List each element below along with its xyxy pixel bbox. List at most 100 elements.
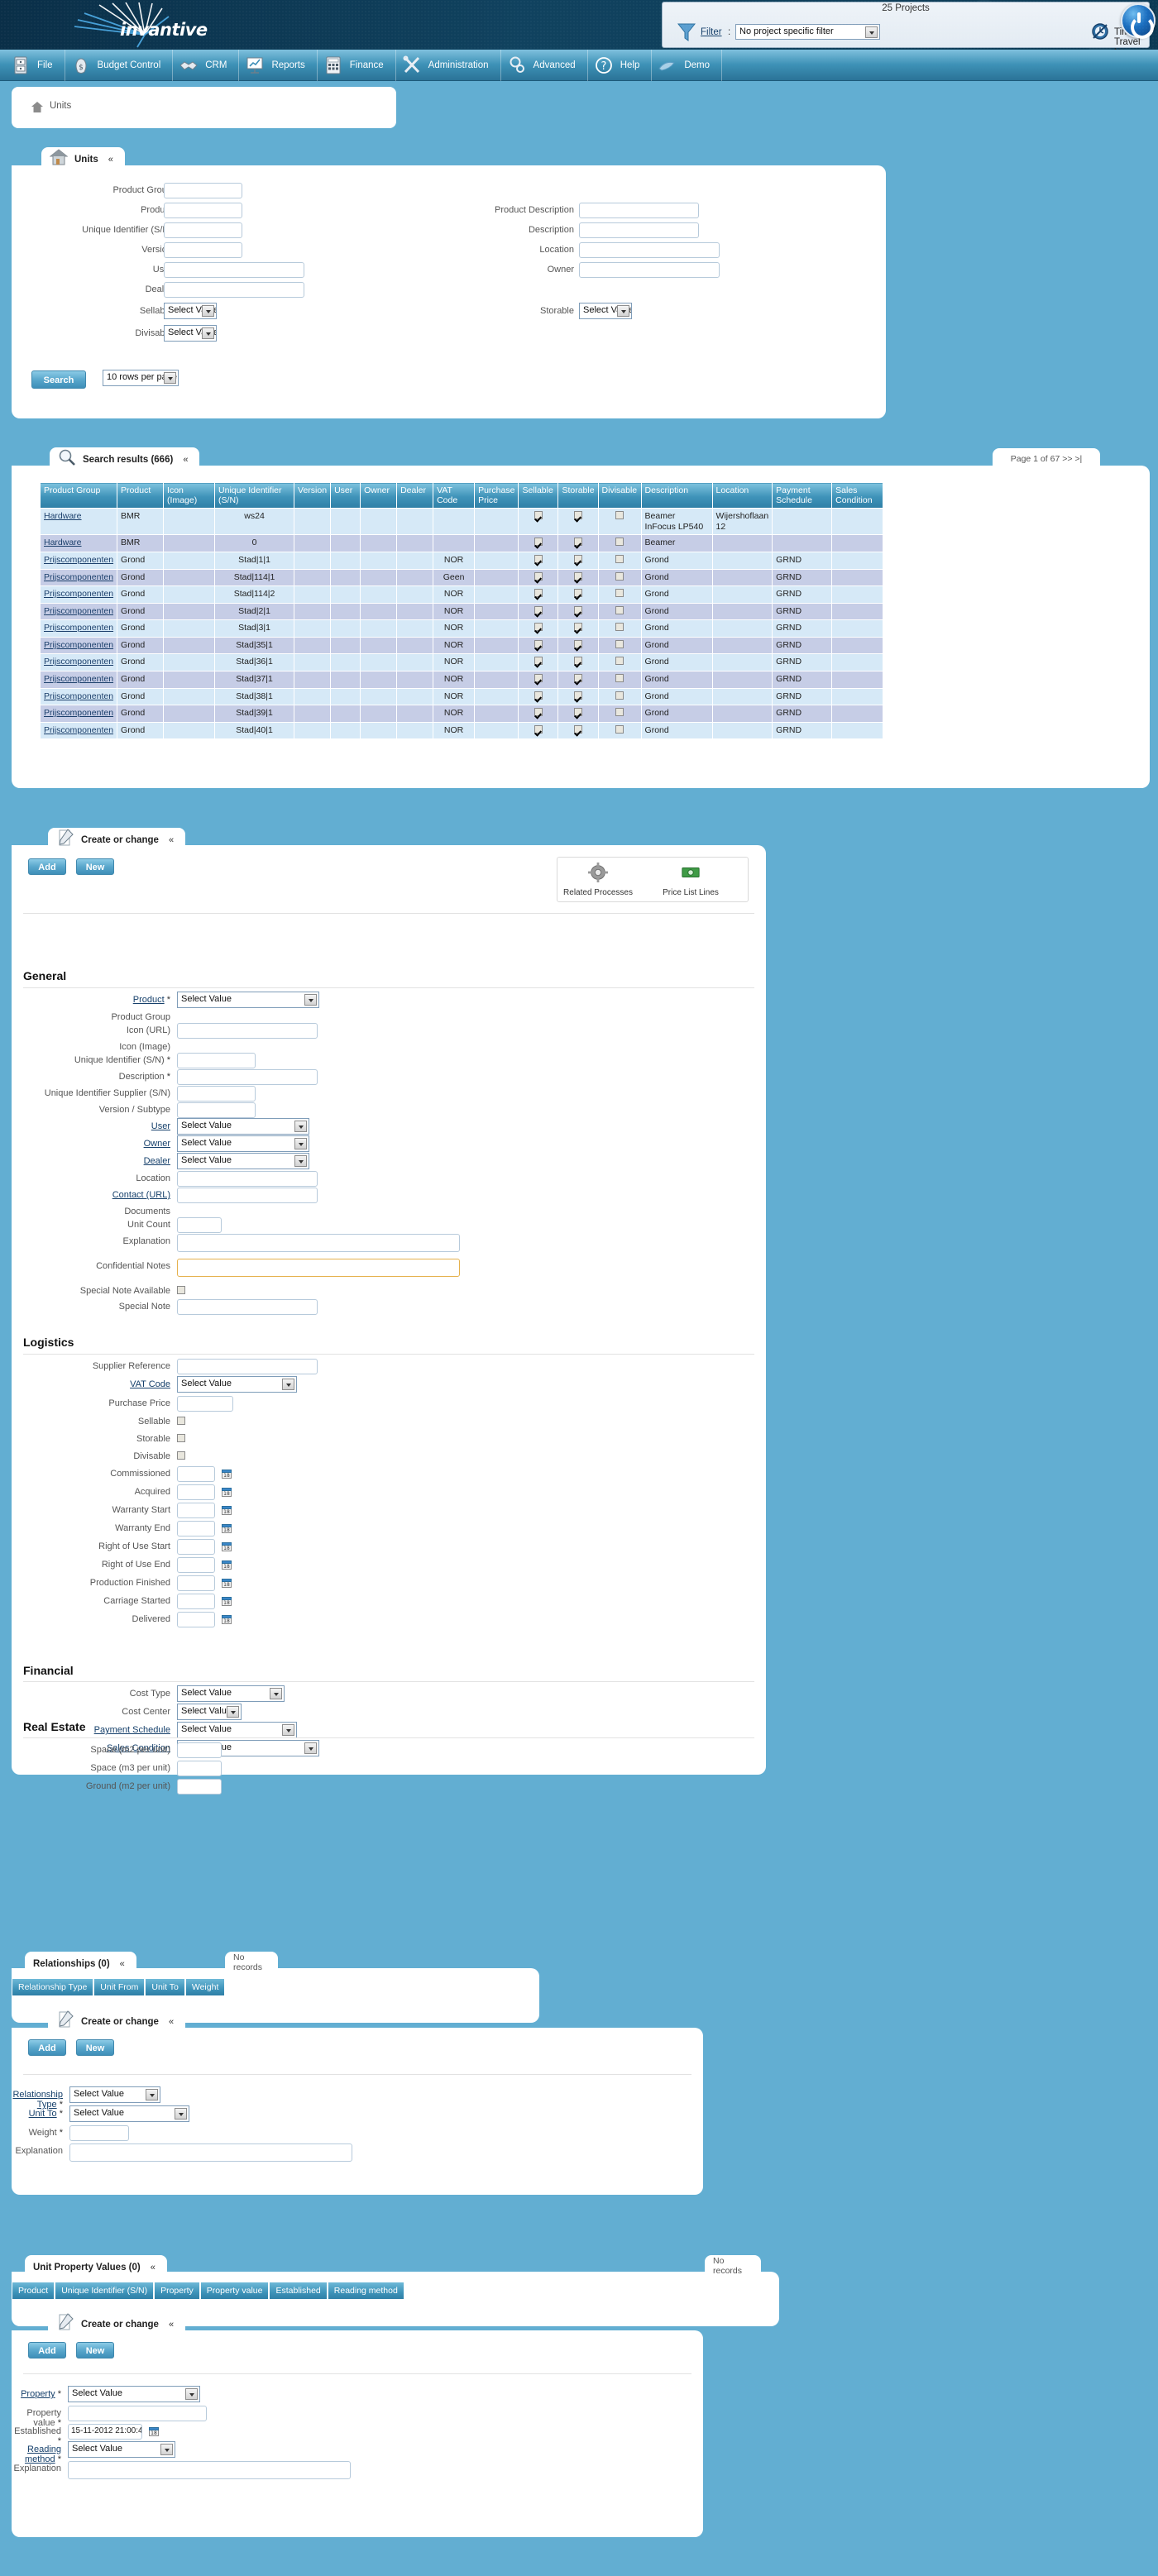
product-group-link[interactable]: Prijscomponenten bbox=[44, 572, 113, 582]
checkbox-storable[interactable] bbox=[573, 623, 582, 632]
table-row[interactable]: Prijscomponenten Grond Stad|38|1 NOR Grond GR… bbox=[39, 687, 884, 706]
supplier-reference-input[interactable] bbox=[177, 1359, 318, 1374]
col-version[interactable]: Version bbox=[294, 481, 332, 509]
divisable-select[interactable]: Select Value bbox=[164, 325, 217, 342]
icon-url-input[interactable] bbox=[177, 1023, 318, 1039]
checkbox-sellable[interactable] bbox=[534, 639, 543, 648]
tab-create-or-change[interactable]: Create or change « bbox=[48, 828, 186, 853]
space-m2-per-unit-input[interactable] bbox=[177, 1742, 222, 1758]
col-description[interactable]: Description bbox=[640, 481, 713, 509]
checkbox-divisable[interactable] bbox=[615, 674, 624, 683]
tab-unit-property-create-or-change[interactable]: Create or change « bbox=[48, 2312, 186, 2337]
col-unit-to[interactable]: Unit To bbox=[145, 1978, 185, 1996]
product-group-link[interactable]: Prijscomponenten bbox=[44, 725, 113, 735]
cost-type-select[interactable]: Select Value bbox=[177, 1685, 285, 1702]
table-row[interactable]: Prijscomponenten Grond Stad|114|1 Geen Grond… bbox=[39, 568, 884, 587]
collapse-icon[interactable]: « bbox=[183, 455, 188, 465]
col-property[interactable]: Property bbox=[154, 2282, 200, 2300]
chevron-down-icon[interactable] bbox=[202, 305, 214, 317]
storable-select[interactable]: Select Value bbox=[579, 303, 632, 319]
chevron-down-icon[interactable] bbox=[185, 2388, 198, 2400]
col-property-value[interactable]: Property value bbox=[199, 2282, 270, 2300]
product-group-link[interactable]: Prijscomponenten bbox=[44, 640, 113, 650]
menu-item-help[interactable]: ? Help bbox=[588, 49, 653, 81]
checkbox-divisable[interactable] bbox=[615, 511, 624, 520]
tab-unit-property-values[interactable]: Unit Property Values (0) « bbox=[25, 2255, 167, 2280]
collapse-icon[interactable]: « bbox=[169, 835, 174, 845]
special-note-input[interactable] bbox=[177, 1299, 318, 1315]
checkbox-storable[interactable] bbox=[573, 657, 582, 666]
breadcrumb-text[interactable]: Units bbox=[50, 101, 71, 111]
table-row[interactable]: Prijscomponenten Grond Stad|39|1 NOR Grond GR… bbox=[39, 705, 884, 723]
checkbox-divisable[interactable] bbox=[615, 605, 624, 614]
collapse-icon[interactable]: « bbox=[120, 1959, 125, 1969]
unique-identifier-s-n-input[interactable] bbox=[177, 1053, 256, 1068]
checkbox-divisable[interactable] bbox=[615, 554, 624, 563]
acquired-date-input[interactable] bbox=[177, 1484, 215, 1500]
menu-item-administration[interactable]: Administration bbox=[396, 49, 501, 81]
col-sellable[interactable]: Sellable bbox=[518, 481, 559, 509]
reading-method-select[interactable]: Select Value bbox=[68, 2441, 175, 2458]
location-input[interactable] bbox=[579, 242, 720, 258]
sellable-checkbox[interactable] bbox=[177, 1417, 185, 1425]
chevron-down-icon[interactable] bbox=[160, 2444, 173, 2455]
tab-relationships-create-or-change[interactable]: Create or change « bbox=[48, 2010, 186, 2034]
col-product[interactable]: Product bbox=[12, 2282, 55, 2300]
field-label-product[interactable]: Product * bbox=[12, 995, 170, 1005]
unique-identifier-input[interactable] bbox=[164, 222, 242, 238]
calendar-icon[interactable]: 18 bbox=[222, 1541, 232, 1551]
search-button[interactable]: Search bbox=[31, 370, 86, 389]
col-vat-code[interactable]: VAT Code bbox=[433, 481, 476, 509]
warranty-end-date-input[interactable] bbox=[177, 1521, 215, 1537]
storable-checkbox[interactable] bbox=[177, 1434, 185, 1442]
chevron-down-icon[interactable] bbox=[617, 305, 629, 317]
calendar-icon[interactable]: 18 bbox=[222, 1469, 232, 1479]
checkbox-sellable[interactable] bbox=[534, 554, 543, 563]
contact-url-input[interactable] bbox=[177, 1188, 318, 1203]
col-user[interactable]: User bbox=[330, 481, 361, 509]
chevron-down-icon[interactable] bbox=[304, 1742, 317, 1754]
unit-to-select[interactable]: Select Value bbox=[69, 2105, 189, 2122]
product-group-link[interactable]: Prijscomponenten bbox=[44, 674, 113, 684]
checkbox-sellable[interactable] bbox=[534, 605, 543, 614]
divisable-checkbox[interactable] bbox=[177, 1451, 185, 1460]
checkbox-sellable[interactable] bbox=[534, 623, 543, 632]
menu-item-advanced[interactable]: Advanced bbox=[501, 49, 588, 81]
chevron-down-icon[interactable] bbox=[164, 372, 176, 384]
col-established[interactable]: Established bbox=[269, 2282, 328, 2300]
tab-search-results[interactable]: Search results (666) « bbox=[50, 447, 200, 472]
power-icon[interactable] bbox=[1121, 3, 1156, 39]
checkbox-sellable[interactable] bbox=[534, 538, 543, 547]
col-reading-method[interactable]: Reading method bbox=[327, 2282, 404, 2300]
explanation-textarea[interactable] bbox=[177, 1234, 460, 1252]
chevron-down-icon[interactable] bbox=[175, 2108, 187, 2120]
product-group-link[interactable]: Prijscomponenten bbox=[44, 606, 113, 616]
calendar-icon[interactable]: 18 bbox=[222, 1505, 232, 1515]
col-product[interactable]: Product bbox=[117, 481, 165, 509]
chevron-down-icon[interactable] bbox=[294, 1155, 307, 1167]
menu-item-demo[interactable]: Demo bbox=[652, 49, 723, 81]
add-button[interactable]: Add bbox=[28, 858, 66, 875]
menu-item-crm[interactable]: CRM bbox=[173, 49, 240, 81]
vat-code-select[interactable]: Select Value bbox=[177, 1376, 297, 1393]
product-description-input[interactable] bbox=[579, 203, 699, 218]
checkbox-storable[interactable] bbox=[573, 691, 582, 700]
add-button[interactable]: Add bbox=[28, 2039, 66, 2056]
checkbox-storable[interactable] bbox=[573, 589, 582, 598]
chevron-down-icon[interactable] bbox=[865, 26, 878, 38]
col-payment-schedule[interactable]: Payment Schedule bbox=[772, 481, 833, 509]
table-row[interactable]: Prijscomponenten Grond Stad|37|1 NOR Grond GR… bbox=[39, 671, 884, 689]
table-row[interactable]: Hardware BMR 0 Beamer bbox=[39, 534, 884, 552]
calendar-icon[interactable]: 18 bbox=[149, 2426, 159, 2436]
add-button[interactable]: Add bbox=[28, 2342, 66, 2359]
new-button[interactable]: New bbox=[76, 2342, 114, 2359]
checkbox-sellable[interactable] bbox=[534, 708, 543, 717]
menu-item-budget-control[interactable]: $ Budget Control bbox=[65, 49, 174, 81]
description-input[interactable] bbox=[579, 222, 699, 238]
table-row[interactable]: Hardware BMR ws24 Beamer InFocus LP540 Wijer… bbox=[39, 508, 884, 536]
product-group-link[interactable]: Prijscomponenten bbox=[44, 691, 113, 701]
checkbox-divisable[interactable] bbox=[615, 657, 624, 666]
price-list-lines-action[interactable]: Price List Lines bbox=[655, 863, 726, 897]
filter-label[interactable]: Filter bbox=[701, 27, 722, 37]
checkbox-storable[interactable] bbox=[573, 708, 582, 717]
